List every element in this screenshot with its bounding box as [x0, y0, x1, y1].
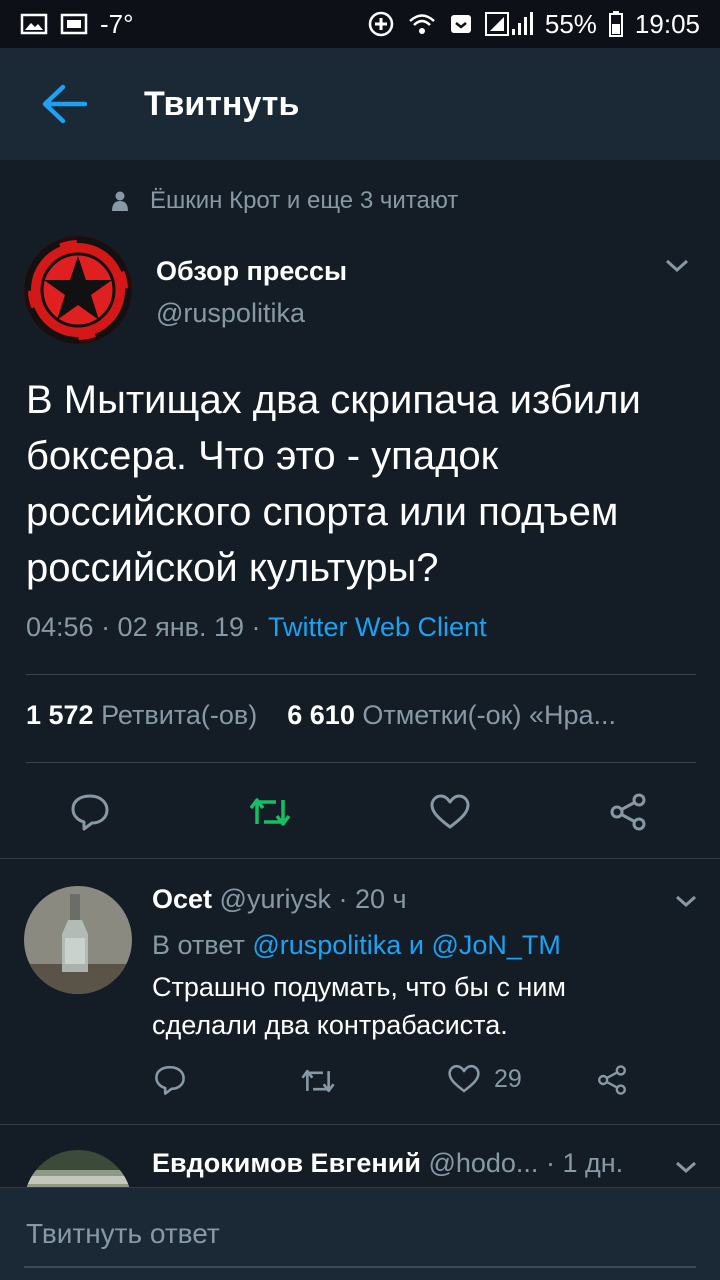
like-icon [448, 1064, 480, 1093]
retweet-button[interactable] [300, 1066, 336, 1096]
social-context-text: Ёшкин Крот и еще 3 читают [150, 187, 459, 214]
retweet-stat[interactable]: 1 572 Ретвита(-ов) [26, 700, 257, 730]
tweet-actions [0, 780, 720, 850]
wifi-icon [407, 12, 437, 36]
tweet-text: В Мытищах два скрипача избили боксера. Ч… [26, 378, 641, 590]
reply-menu-button[interactable] [674, 894, 698, 913]
reply-tweet[interactable]: Евдокимов Евгений @hodo... · 1 дн. [0, 1124, 720, 1187]
avatar[interactable] [24, 886, 132, 994]
author-name[interactable]: Обзор прессы [156, 256, 347, 287]
retweet-icon [301, 1069, 335, 1093]
reply-prefix: В ответ [152, 930, 245, 960]
retweet-count: 1 572 [26, 700, 94, 730]
battery-percent: 55% [544, 8, 597, 39]
compose-placeholder: Твитнуть ответ [26, 1218, 220, 1249]
like-button[interactable] [420, 782, 480, 842]
retweet-icon [249, 798, 291, 826]
avatar[interactable] [24, 236, 132, 344]
like-count: 6 610 [287, 700, 355, 730]
reply-author-handle[interactable]: @hodo... [428, 1148, 538, 1178]
reply-actions: 29 [152, 1064, 672, 1104]
avatar[interactable] [24, 1150, 132, 1187]
like-icon [430, 794, 470, 829]
reply-header: Ocet @yuriysk · 20 ч [152, 884, 407, 915]
tweet-timestamp: 04:56 · 02 янв. 19 · [26, 612, 268, 642]
person-icon [112, 191, 128, 211]
reply-header: Евдокимов Евгений @hodo... · 1 дн. [152, 1148, 623, 1179]
tweet-client-link[interactable]: Twitter Web Client [268, 612, 487, 642]
signal-icon [484, 11, 533, 37]
chevron-down-icon [676, 1161, 696, 1174]
temperature: -7° [100, 8, 134, 39]
tweet-meta: 04:56 · 02 янв. 19 · Twitter Web Client [26, 612, 487, 643]
reply-and: и [408, 930, 424, 960]
retweet-label: Ретвита(-ов) [101, 700, 258, 730]
page-title: Твитнуть [144, 84, 300, 123]
reply-text: Страшно подумать, что бы с ним сделали д… [152, 972, 566, 1040]
tweet-stats: 1 572 Ретвита(-ов) 6 610 Отметки(-ок) «Н… [26, 700, 696, 744]
reply-button[interactable] [154, 1064, 186, 1096]
mention-link[interactable]: @ruspolitika [252, 930, 401, 960]
reply-author-name[interactable]: Ocet [152, 884, 212, 914]
reply-button[interactable] [60, 782, 120, 842]
like-count: 29 [494, 1064, 522, 1093]
back-arrow-icon [42, 84, 87, 124]
reply-time: · 20 ч [338, 884, 407, 914]
status-right: 55% 19:05 [367, 9, 700, 40]
notification-icon [449, 12, 473, 36]
social-context[interactable]: Ёшкин Крот и еще 3 читают [0, 180, 720, 222]
divider [26, 674, 696, 675]
reply-icon [71, 794, 109, 831]
share-icon [598, 1065, 626, 1095]
mention-link[interactable]: @JoN_TM [431, 930, 560, 960]
share-icon [610, 793, 646, 831]
like-label: Отметки(-ок) «Нра... [362, 700, 617, 730]
status-bar: -7° 55% 19:05 [0, 0, 720, 48]
reply-menu-button[interactable] [674, 1160, 698, 1179]
like-stat[interactable]: 6 610 Отметки(-ок) «Нра... [287, 700, 616, 730]
sim-icon [60, 12, 88, 36]
app-header: Твитнуть [0, 48, 720, 160]
retweet-button[interactable] [240, 782, 300, 842]
reply-tweet[interactable]: Ocet @yuriysk · 20 ч В ответ @ruspolitik… [0, 858, 720, 1124]
status-left: -7° [20, 9, 134, 40]
back-button[interactable] [0, 48, 128, 160]
reply-author-name[interactable]: Евдокимов Евгений [152, 1148, 421, 1178]
tweet-author-row: Обзор прессы @ruspolitika [24, 236, 704, 348]
author-handle[interactable]: @ruspolitika [156, 298, 305, 329]
reply-icon [155, 1065, 185, 1095]
chevron-down-icon [676, 895, 696, 908]
tweet-menu-button[interactable] [664, 258, 690, 279]
reply-to-line: В ответ @ruspolitika и @JoN_TM [152, 930, 561, 961]
reply-compose-input[interactable]: Твитнуть ответ [0, 1187, 720, 1280]
reply-time: · 1 дн. [545, 1148, 624, 1178]
chevron-down-icon [665, 259, 689, 273]
share-button[interactable] [596, 1064, 628, 1096]
battery-icon [608, 11, 623, 37]
clock: 19:05 [634, 8, 700, 39]
share-button[interactable] [598, 782, 658, 842]
like-button[interactable]: 29 [448, 1064, 522, 1094]
reply-author-handle[interactable]: @yuriysk [220, 884, 331, 914]
divider [26, 762, 696, 763]
gallery-icon [20, 12, 48, 36]
data-saver-icon [367, 10, 395, 38]
compose-underline [24, 1266, 696, 1268]
